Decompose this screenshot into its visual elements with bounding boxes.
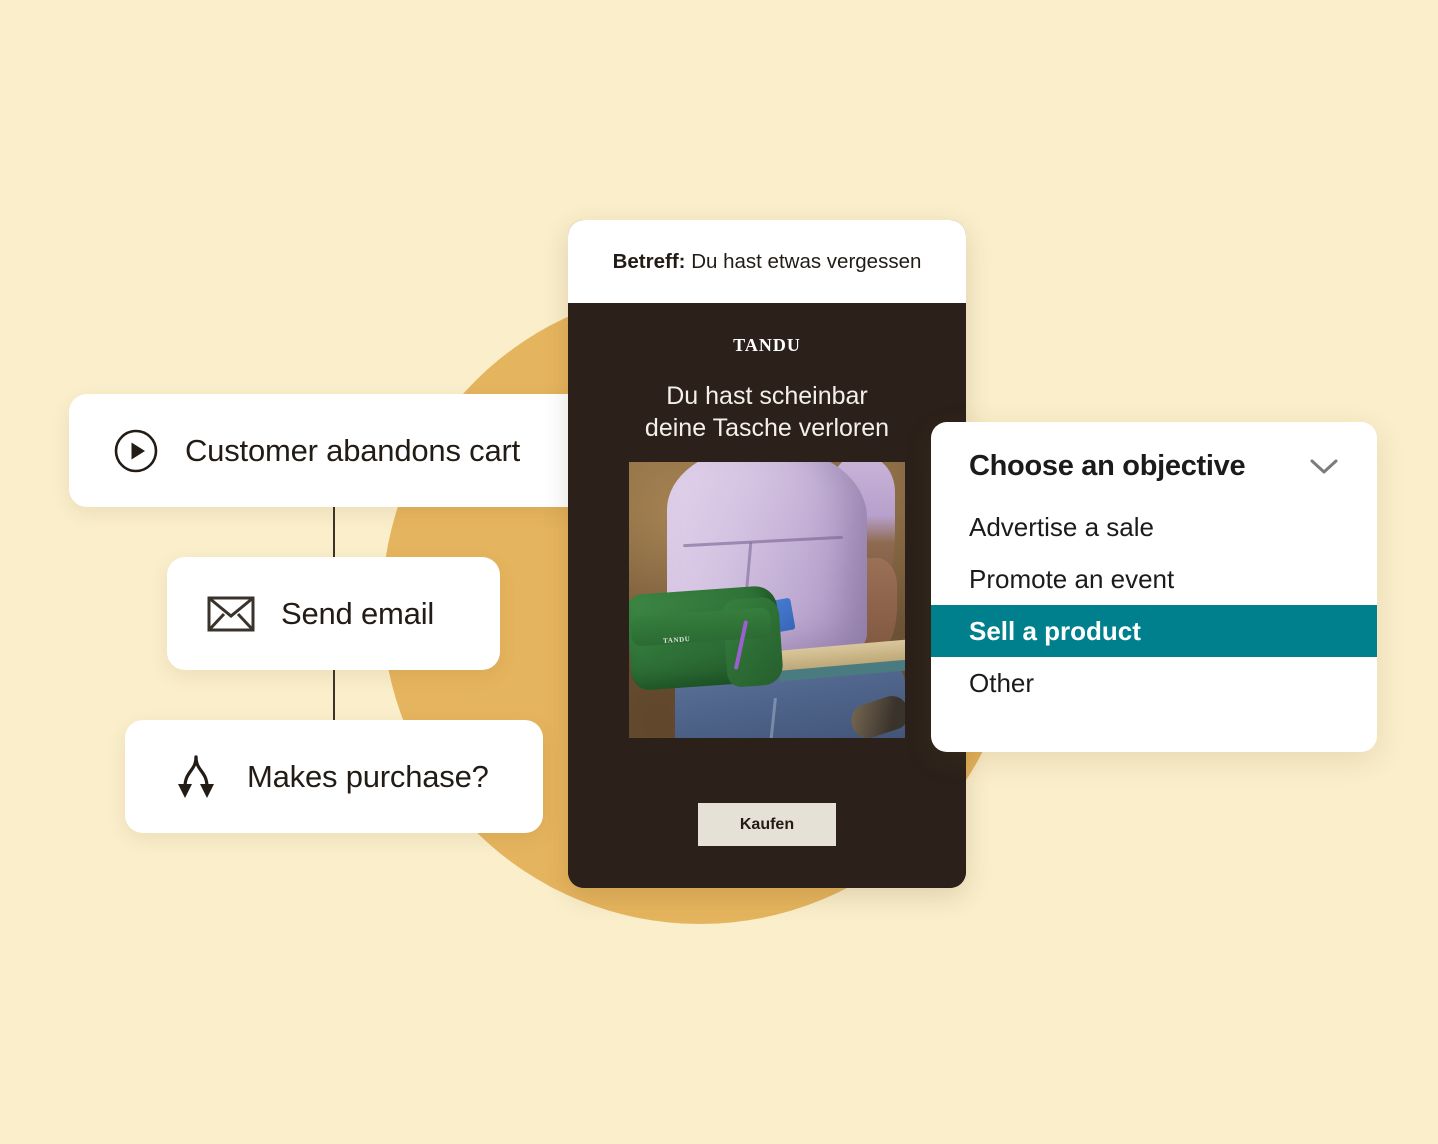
email-subject-bar: Betreff: Du hast etwas vergessen xyxy=(568,220,966,303)
objective-option-promote-an-event[interactable]: Promote an event xyxy=(931,553,1377,605)
email-subject-value: Du hast etwas vergessen xyxy=(691,249,922,273)
email-headline-line-1: Du hast scheinbar xyxy=(666,382,868,410)
email-subject-line: Betreff: Du hast etwas vergessen xyxy=(613,250,922,274)
flow-card-condition-label: Makes purchase? xyxy=(247,758,489,794)
objective-dropdown-panel: Choose an objective Advertise a sale Pro… xyxy=(931,422,1377,752)
play-circle-icon xyxy=(113,428,159,474)
email-headline-line-2: deine Tasche verloren xyxy=(644,414,890,442)
buy-button[interactable]: Kaufen xyxy=(698,803,836,846)
brand-logo: TANDU xyxy=(733,330,801,357)
flow-card-send-email-label: Send email xyxy=(281,595,435,631)
email-body: TANDU Du hast scheinbar deine Tasche ver… xyxy=(568,303,966,888)
objective-option-sell-a-product[interactable]: Sell a product xyxy=(931,605,1377,657)
objective-dropdown-header[interactable]: Choose an objective xyxy=(931,422,1377,483)
branch-arrows-icon xyxy=(169,753,223,801)
canvas: Customer abandons cart Send email Makes … xyxy=(0,0,1438,1144)
email-preview-card: Betreff: Du hast etwas vergessen TANDU D… xyxy=(568,220,966,888)
objective-dropdown-title: Choose an objective xyxy=(969,450,1246,482)
email-cta-wrapper: Kaufen xyxy=(568,803,966,846)
email-subject-label: Betreff: xyxy=(612,249,686,273)
objective-option-advertise-a-sale[interactable]: Advertise a sale xyxy=(931,501,1377,553)
product-photo: TANDU xyxy=(629,462,905,738)
photo-hip-bag-logo: TANDU xyxy=(662,633,691,646)
objective-option-other[interactable]: Other xyxy=(931,657,1377,709)
chevron-down-icon[interactable] xyxy=(1309,458,1339,476)
objective-option-list: Advertise a sale Promote an event Sell a… xyxy=(931,501,1377,709)
envelope-icon xyxy=(207,594,255,634)
flow-card-send-email[interactable]: Send email xyxy=(167,557,500,670)
flow-card-trigger[interactable]: Customer abandons cart xyxy=(69,394,594,507)
email-headline: Du hast scheinbar deine Tasche verloren xyxy=(645,380,889,444)
flow-card-condition[interactable]: Makes purchase? xyxy=(125,720,543,833)
flow-card-trigger-label: Customer abandons cart xyxy=(185,432,521,468)
